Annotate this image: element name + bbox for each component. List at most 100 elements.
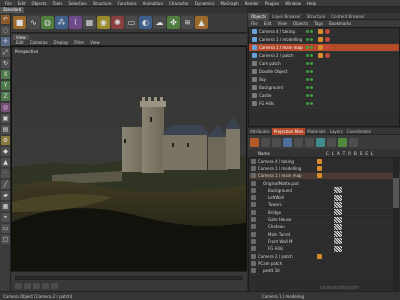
visibility-dots-icon[interactable] xyxy=(306,54,313,57)
projection-row[interactable]: PCam patch xyxy=(249,260,400,268)
menu-item-plugins[interactable]: Plugins xyxy=(262,1,282,6)
menu-item-window[interactable]: Window xyxy=(282,1,304,6)
render-settings-icon[interactable]: ⚙ xyxy=(1,136,10,145)
tag-icon[interactable] xyxy=(317,165,322,171)
scale-icon[interactable]: ⤢ xyxy=(1,48,10,57)
timeline-scrubber[interactable] xyxy=(15,276,243,280)
visibility-dots-icon[interactable] xyxy=(306,62,313,65)
projection-row[interactable]: Camera 1 / main map xyxy=(249,172,400,180)
viewport-menu-filter[interactable]: Filter xyxy=(71,40,87,45)
menu-item-structure[interactable]: Structure xyxy=(90,1,115,6)
projection-row[interactable]: Camera 1 / modelling xyxy=(249,165,400,173)
object-row[interactable]: Background xyxy=(249,84,399,92)
menu-item-edit[interactable]: Edit xyxy=(15,1,29,6)
new-camera-icon[interactable] xyxy=(250,137,259,147)
projection-row[interactable]: Chateau xyxy=(249,223,400,231)
points-mode-icon[interactable]: · xyxy=(1,169,10,178)
column-header[interactable]: L xyxy=(371,151,373,156)
tab-projection-man[interactable]: Projection Man xyxy=(271,128,306,135)
texture-tag-icon[interactable] xyxy=(318,29,323,34)
menu-item-dynamics[interactable]: Dynamics xyxy=(192,1,218,6)
object-menu-edit[interactable]: Edit xyxy=(261,21,275,26)
texture-tag-icon[interactable] xyxy=(318,53,323,58)
workplane-icon[interactable]: ▭ xyxy=(1,224,10,233)
floor-icon[interactable]: ▭ xyxy=(125,16,138,29)
visibility-dots-icon[interactable] xyxy=(306,46,313,49)
refresh-icon[interactable] xyxy=(327,137,336,147)
object-mode-icon[interactable]: ▲ xyxy=(1,158,10,167)
viewport-menu-display[interactable]: Display xyxy=(51,40,72,45)
texture-mode-icon[interactable]: ▦ xyxy=(1,202,10,211)
lock-icon[interactable]: ▢ xyxy=(1,235,10,244)
projection-row[interactable]: Camera 2 / patch xyxy=(249,253,400,261)
visibility-dots-icon[interactable] xyxy=(306,38,313,41)
menu-item-tools[interactable]: Tools xyxy=(50,1,66,6)
next-frame-icon[interactable] xyxy=(42,283,49,289)
tab-coordinates[interactable]: Coordinates xyxy=(345,128,373,135)
menu-item-mograph[interactable]: MoGraph xyxy=(217,1,241,6)
column-header[interactable]: R xyxy=(348,151,351,156)
tab-objects[interactable]: Objects xyxy=(248,13,270,20)
object-row[interactable]: Camera 1 / modelling xyxy=(249,36,399,44)
column-header[interactable]: E xyxy=(365,151,368,156)
polygons-mode-icon[interactable]: ▰ xyxy=(1,191,10,200)
menu-item-selection[interactable]: Selection xyxy=(65,1,89,6)
spline-icon[interactable]: ∿ xyxy=(27,16,40,29)
menu-item-functions[interactable]: Functions xyxy=(114,1,139,6)
menu-item-animation[interactable]: Animation xyxy=(140,1,166,6)
column-header[interactable]: A xyxy=(337,151,340,156)
object-row[interactable]: Cam patch xyxy=(249,60,399,68)
object-row[interactable]: FG Hills xyxy=(249,100,399,108)
visibility-dots-icon[interactable] xyxy=(306,78,313,81)
projection-row[interactable]: Front Wall M xyxy=(249,238,400,246)
scene-icon[interactable]: ▦ xyxy=(83,16,96,29)
visibility-dots-icon[interactable] xyxy=(306,94,313,97)
column-header[interactable]: C xyxy=(326,151,329,156)
tab-structure[interactable]: Structure xyxy=(304,13,329,20)
viewport-menu-cameras[interactable]: Cameras xyxy=(27,40,51,45)
move-icon[interactable]: ✛ xyxy=(1,37,10,46)
projection-row[interactable]: Bridge xyxy=(249,209,400,217)
column-header[interactable]: B xyxy=(354,151,357,156)
viewport-menu-edit[interactable]: Edit xyxy=(13,40,27,45)
object-row[interactable]: Castle xyxy=(249,92,399,100)
projection-row[interactable]: pedit 3d xyxy=(249,267,400,275)
z-axis-icon[interactable]: Z xyxy=(1,92,10,101)
layer-icon[interactable] xyxy=(283,137,292,147)
object-menu-tags[interactable]: Tags xyxy=(311,21,326,26)
go-to-end-icon[interactable] xyxy=(51,283,58,289)
material-icon[interactable] xyxy=(316,137,325,147)
menu-item-objects[interactable]: Objects xyxy=(28,1,49,6)
projection-row[interactable]: Main Turret xyxy=(249,231,400,239)
object-row[interactable]: Camera 1 / main map xyxy=(249,44,399,52)
tab-materials[interactable]: Materials xyxy=(305,128,327,135)
protection-tag-icon[interactable] xyxy=(325,53,330,58)
object-menu-objects[interactable]: Objects xyxy=(290,21,311,26)
texture-tag-icon[interactable] xyxy=(318,45,323,50)
perspective-viewport[interactable]: Perspective xyxy=(11,46,247,271)
play-icon[interactable] xyxy=(33,283,40,289)
snap-icon[interactable]: ⌖ xyxy=(1,213,10,222)
cube-icon[interactable]: ■ xyxy=(13,16,26,29)
previous-frame-icon[interactable] xyxy=(24,283,31,289)
render-view-icon[interactable]: ▣ xyxy=(1,114,10,123)
coordinate-system-icon[interactable]: ◎ xyxy=(1,103,10,112)
projection-scrollbar[interactable] xyxy=(393,158,399,291)
object-row[interactable]: Sky xyxy=(249,76,399,84)
projection-row[interactable]: Towers xyxy=(249,201,400,210)
object-menu-view[interactable]: View xyxy=(274,21,290,26)
texture-tag-icon[interactable] xyxy=(318,37,323,42)
projection-row[interactable]: Gate House xyxy=(249,216,400,224)
live-select-icon[interactable]: ◌ xyxy=(1,26,10,35)
object-row[interactable]: Camera 2 / patch xyxy=(249,52,399,60)
undo-icon[interactable]: ↶ xyxy=(1,15,10,24)
protection-tag-icon[interactable] xyxy=(325,29,330,34)
export-icon[interactable] xyxy=(338,137,347,147)
link-icon[interactable] xyxy=(272,137,281,147)
render-picture-icon[interactable]: ▤ xyxy=(1,125,10,134)
light-icon[interactable]: ✺ xyxy=(111,16,124,29)
column-header[interactable]: T xyxy=(343,151,345,156)
object-menu-file[interactable]: File xyxy=(248,21,261,26)
edges-mode-icon[interactable]: ╱ xyxy=(1,180,10,189)
tag-icon[interactable] xyxy=(317,253,322,259)
